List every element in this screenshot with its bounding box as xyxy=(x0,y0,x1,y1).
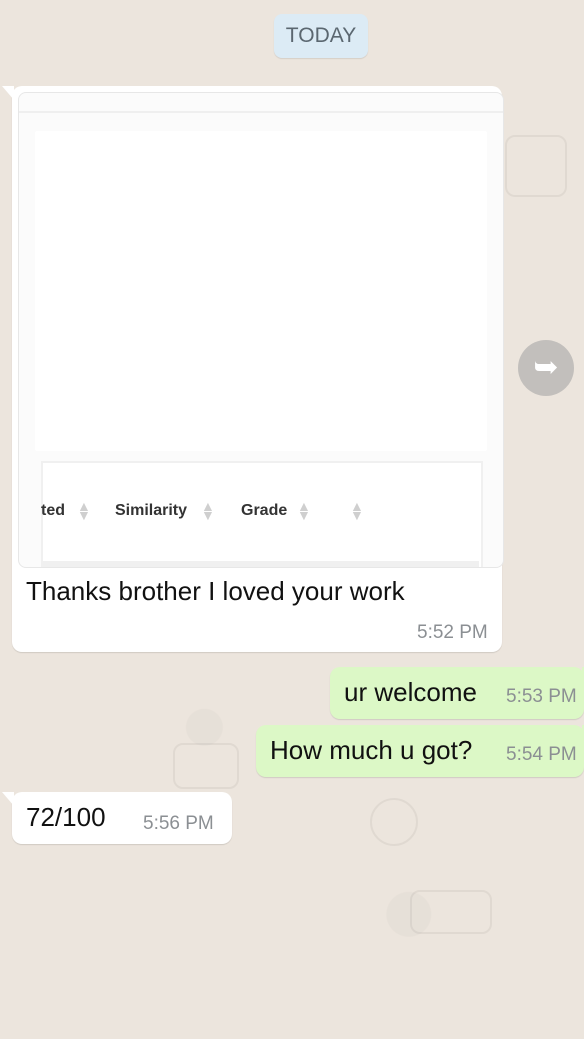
message-text: 72/100 xyxy=(26,802,106,832)
date-chip-label: TODAY xyxy=(285,24,357,47)
message-time: 5:52 PM xyxy=(417,622,488,643)
message-text: ur welcome xyxy=(344,677,477,707)
outgoing-message[interactable]: ur welcome 5:53 PM xyxy=(330,667,584,719)
column-header-submitted: ted xyxy=(41,502,65,519)
background-doodle xyxy=(173,743,239,789)
incoming-bubble-tail xyxy=(2,86,14,100)
background-doodle xyxy=(505,135,567,197)
sort-icon: ▲ ▼ xyxy=(350,498,364,523)
shared-image[interactable]: ted ▲ ▼ Similarity ▲ ▼ Grade ▲ ▼ ▲ ▼ xyxy=(18,92,504,568)
column-header-grade: Grade xyxy=(241,502,288,519)
incoming-image-message[interactable]: ted ▲ ▼ Similarity ▲ ▼ Grade ▲ ▼ ▲ ▼ Thanks … xyxy=(2,86,504,652)
background-doodle xyxy=(370,798,418,846)
image-caption: Thanks brother I loved your work xyxy=(26,576,405,606)
message-time: 5:56 PM xyxy=(143,813,214,834)
incoming-message[interactable]: 72/100 5:56 PM xyxy=(2,792,232,844)
sort-icon: ▲ ▼ xyxy=(201,498,215,523)
sort-icon: ▲ ▼ xyxy=(297,498,311,523)
column-header-similarity: Similarity xyxy=(115,502,188,519)
outgoing-message[interactable]: How much u got? 5:54 PM xyxy=(256,725,584,777)
image-blank-area xyxy=(35,131,487,451)
forward-icon: ➥ xyxy=(533,351,559,384)
incoming-bubble-tail xyxy=(2,792,14,806)
background-doodle xyxy=(410,890,492,934)
message-time: 5:53 PM xyxy=(506,686,577,707)
message-time: 5:54 PM xyxy=(506,744,577,765)
date-chip: TODAY xyxy=(274,14,368,58)
message-text: How much u got? xyxy=(270,735,473,765)
sort-icon: ▲ ▼ xyxy=(77,498,91,523)
forward-button[interactable]: ➥ xyxy=(518,340,574,396)
image-topline xyxy=(19,111,503,113)
results-table-border xyxy=(41,561,479,567)
